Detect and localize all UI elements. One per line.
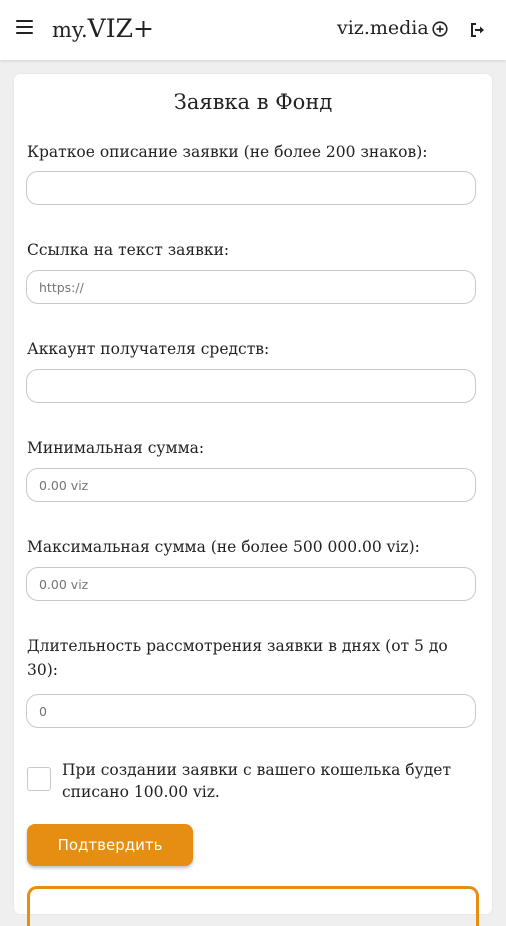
link-input[interactable]	[26, 270, 476, 304]
fund-request-form: Заявка в Фонд Краткое описание заявки (н…	[14, 74, 492, 926]
recipient-label: Аккаунт получателя средств:	[27, 340, 270, 358]
submit-button[interactable]: Подтвердить	[27, 824, 193, 866]
description-input[interactable]	[26, 171, 476, 205]
brand-prefix: my.	[52, 18, 88, 42]
max-amount-input[interactable]	[26, 567, 476, 601]
duration-input[interactable]	[26, 694, 476, 728]
duration-label: Длительность рассмотрения заявки в днях …	[27, 637, 448, 679]
link-label: Ссылка на текст заявки:	[27, 241, 230, 259]
circle-plus-icon[interactable]	[432, 21, 448, 37]
hamburger-menu-icon[interactable]	[16, 20, 33, 34]
site-link[interactable]: viz.media	[337, 17, 429, 39]
min-amount-input[interactable]	[26, 468, 476, 502]
top-bar: my.VIZ+ viz.media	[0, 0, 506, 60]
recipient-input[interactable]	[26, 369, 476, 403]
form-title: Заявка в Фонд	[173, 90, 333, 114]
next-section-box	[27, 886, 479, 926]
fee-confirm-label: При создании заявки с вашего кошелька бу…	[62, 761, 452, 801]
description-label: Краткое описание заявки (не более 200 зн…	[27, 143, 428, 161]
logout-icon[interactable]	[470, 22, 486, 38]
brand-main: VIZ+	[87, 14, 154, 43]
fee-confirm-checkbox[interactable]	[27, 767, 51, 791]
brand-logo[interactable]: my.VIZ+	[52, 14, 154, 43]
min-amount-label: Минимальная сумма:	[27, 439, 205, 457]
max-amount-label: Максимальная сумма (не более 500 000.00 …	[27, 538, 420, 556]
